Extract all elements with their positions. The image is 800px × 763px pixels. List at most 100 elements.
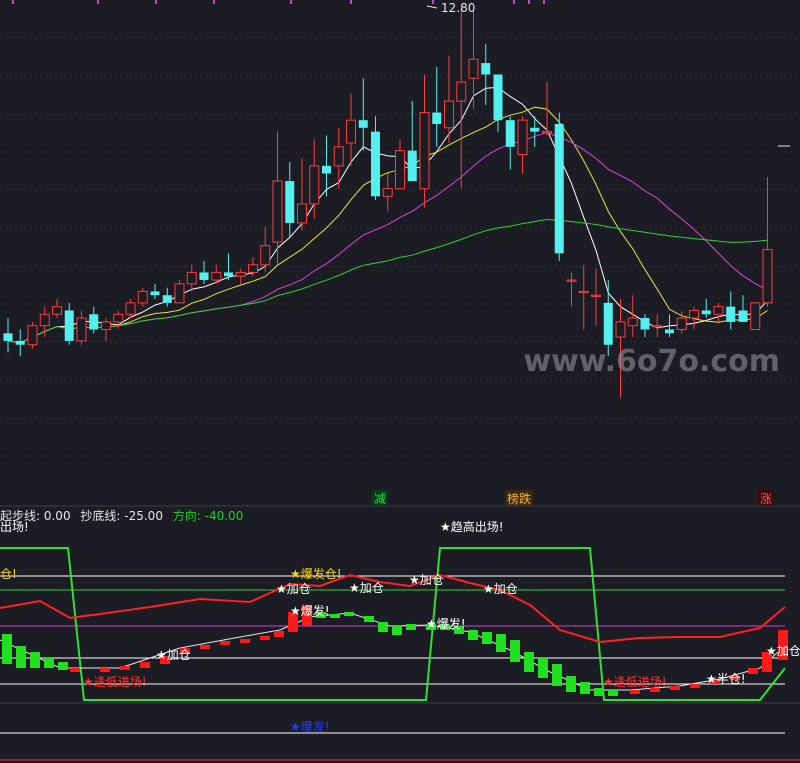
left-add-label: 仓! bbox=[0, 567, 17, 581]
candle-up bbox=[750, 302, 761, 330]
ann-add-4: ★加仓 bbox=[483, 582, 518, 596]
indicator-legend: 起步线: 0.00 抄底线: -25.00 方向: -40.00 bbox=[0, 507, 249, 525]
histogram-bar-red bbox=[220, 641, 230, 645]
candle-down bbox=[371, 131, 380, 197]
candle-up bbox=[615, 321, 626, 338]
candle-up bbox=[235, 271, 246, 277]
candle-up bbox=[260, 245, 271, 266]
histogram-bar-green bbox=[392, 625, 402, 635]
candle-down bbox=[640, 318, 650, 330]
candle-up bbox=[211, 271, 222, 281]
top-tick bbox=[97, 0, 99, 4]
histogram-bar-red bbox=[200, 645, 210, 649]
high-price-label: 12.80 bbox=[441, 1, 475, 15]
histogram-bar-green bbox=[344, 612, 354, 616]
top-tick bbox=[432, 0, 434, 4]
candle-down bbox=[603, 302, 613, 345]
candle-up bbox=[591, 294, 601, 297]
histogram-bar-green bbox=[496, 634, 506, 652]
candle-up bbox=[248, 264, 258, 273]
candle-up bbox=[713, 306, 724, 315]
histogram-bar-green bbox=[378, 622, 388, 632]
candle-up bbox=[542, 131, 552, 134]
candle-up bbox=[444, 100, 454, 129]
histogram-bar-green bbox=[58, 662, 68, 670]
candle-up bbox=[566, 279, 577, 282]
legend-start-line: 起步线: 0.00 bbox=[0, 509, 71, 523]
candle-up bbox=[137, 290, 148, 304]
candle-down bbox=[432, 112, 442, 124]
candle-up bbox=[52, 306, 62, 315]
legend-direction: 方向: -40.00 bbox=[172, 509, 244, 523]
watermark: www.6o7o.com bbox=[523, 344, 780, 379]
candle-up bbox=[517, 119, 528, 155]
histogram-bar-red bbox=[690, 684, 700, 688]
histogram-bar-red bbox=[100, 668, 110, 672]
stock-chart: www.6o7o.com 12.80 减 榜跌 涨 ★趋高出场! 出场! 仓! … bbox=[0, 0, 800, 763]
candle-down bbox=[322, 165, 331, 174]
candle-up bbox=[652, 325, 663, 328]
histogram-bar-green bbox=[510, 640, 520, 662]
histogram-bar-red bbox=[670, 686, 680, 690]
histogram-bar-green bbox=[552, 664, 562, 686]
ann-add-1: ★加仓 bbox=[276, 582, 311, 596]
histogram-bar-green bbox=[482, 632, 492, 644]
candle-down bbox=[285, 181, 295, 223]
histogram-bar-green bbox=[44, 658, 54, 668]
candle-up bbox=[333, 146, 344, 167]
histogram-bar-green bbox=[468, 630, 478, 640]
candle-down bbox=[3, 333, 13, 341]
bottom-burst-label: ★爆发! bbox=[290, 719, 330, 734]
histogram-bar-green bbox=[580, 682, 590, 694]
top-tick bbox=[290, 0, 292, 4]
top-tick bbox=[528, 0, 530, 4]
top-tick bbox=[213, 0, 215, 4]
candle-up bbox=[456, 81, 467, 102]
candle-down bbox=[15, 340, 25, 345]
top-tick bbox=[543, 0, 545, 4]
candle-down bbox=[530, 127, 540, 132]
histogram-bar-red bbox=[260, 636, 270, 640]
candle-up bbox=[125, 302, 136, 315]
candle-down bbox=[481, 63, 491, 75]
candle-down bbox=[358, 120, 368, 128]
histogram-bar-green bbox=[330, 614, 340, 618]
ann-dip-entry-2: ★逢低进场! bbox=[603, 675, 667, 689]
candle-up bbox=[382, 188, 393, 197]
histogram-bar-red bbox=[630, 690, 640, 694]
candle-up bbox=[676, 317, 687, 330]
candle-down bbox=[150, 291, 160, 296]
candle-up bbox=[27, 325, 38, 346]
candle-up bbox=[346, 119, 356, 144]
ann-dip-entry-1: ★逢低进场! bbox=[83, 675, 147, 689]
candle-down bbox=[224, 272, 233, 277]
marker-list-fall: 榜跌 bbox=[507, 491, 531, 506]
legend-bottom-line: 抄底线: -25.00 bbox=[80, 509, 163, 523]
histogram-bar-green bbox=[364, 616, 374, 622]
candle-up bbox=[186, 271, 197, 285]
candle-down bbox=[505, 120, 515, 147]
candle-down bbox=[407, 150, 417, 182]
candle-down bbox=[665, 329, 674, 334]
histogram-bar-red bbox=[274, 631, 284, 637]
candle-up bbox=[468, 58, 479, 79]
ann-burst-2: ★爆发! bbox=[426, 616, 466, 631]
ann-half-position: ★半仓! bbox=[706, 672, 746, 686]
candle-down bbox=[64, 310, 74, 341]
top-tick bbox=[513, 0, 515, 4]
candle-down bbox=[89, 314, 99, 330]
candle-up bbox=[395, 150, 405, 190]
candle-down bbox=[701, 310, 711, 315]
candle-up bbox=[113, 313, 124, 323]
candle-up bbox=[762, 249, 773, 304]
top-tick bbox=[12, 0, 14, 4]
histogram-bar-red bbox=[70, 668, 80, 672]
histogram-bar-red bbox=[140, 662, 150, 668]
ann-burst-add: ★爆发仓! bbox=[290, 566, 342, 581]
candle-up bbox=[174, 283, 185, 304]
candle-up bbox=[272, 180, 283, 243]
top-tick bbox=[350, 0, 352, 4]
candle-down bbox=[554, 123, 564, 254]
histogram-bar-green bbox=[566, 676, 576, 692]
candle-up bbox=[297, 203, 307, 224]
